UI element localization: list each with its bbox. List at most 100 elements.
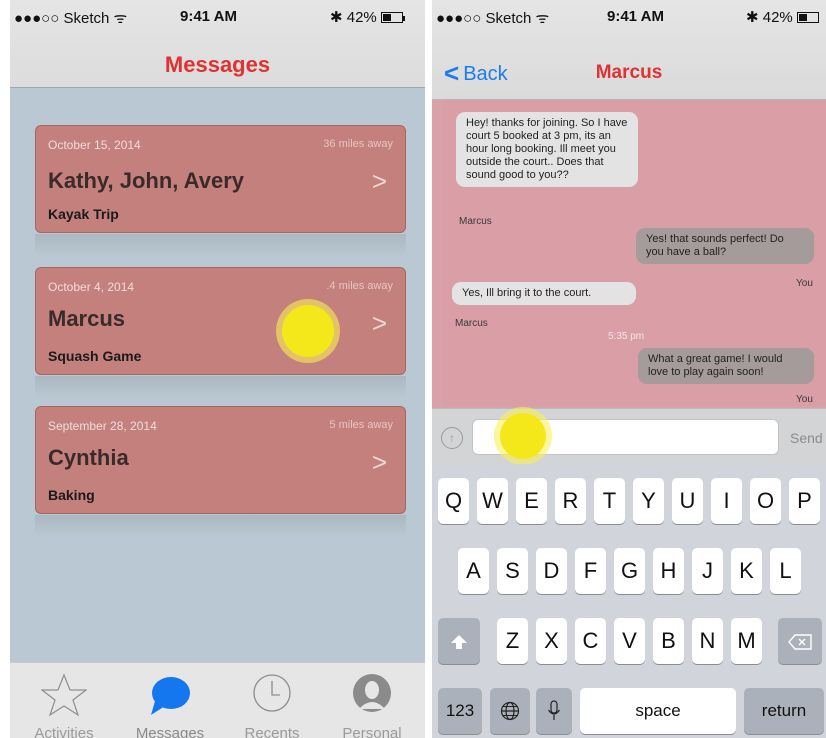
card-reflection: [35, 515, 406, 537]
clock-icon: [253, 674, 291, 712]
key-i[interactable]: I: [711, 478, 742, 524]
conversation-activity: Baking: [48, 487, 95, 503]
shift-arrow-icon: [451, 635, 467, 649]
key-p[interactable]: P: [789, 478, 820, 524]
conversation-date: September 28, 2014: [48, 419, 157, 433]
message-sender: You: [796, 394, 813, 405]
conversation-card[interactable]: October 4, 2014 .4 miles away Marcus Squ…: [35, 267, 406, 375]
key-k[interactable]: K: [731, 548, 762, 594]
tap-indicator: [500, 413, 546, 459]
key-v[interactable]: V: [614, 618, 645, 664]
send-button[interactable]: Send: [790, 430, 823, 446]
key-w[interactable]: W: [477, 478, 508, 524]
tab-bar: Activities Messages Recents Personal: [10, 662, 425, 738]
messages-list-screen: ●●●○○ Sketch ᯤ 9:41 AM ✱ 42% Messages Oc…: [10, 0, 425, 738]
message-bubble-outgoing: Yes! that sounds perfect! Do you have a …: [636, 228, 814, 264]
key-y[interactable]: Y: [633, 478, 664, 524]
conversation-activity: Squash Game: [48, 348, 142, 364]
carrier-label: ●●●○○ Sketch ᯤ: [436, 10, 550, 27]
key-e[interactable]: E: [516, 478, 547, 524]
battery-icon: [796, 12, 819, 23]
conversation-distance: 36 miles away: [323, 138, 393, 150]
message-bubble-incoming: Yes, Ill bring it to the court.: [452, 282, 636, 305]
key-h[interactable]: H: [653, 548, 684, 594]
battery-indicator: ✱ 42%: [330, 8, 405, 26]
conversation-date: October 4, 2014: [48, 280, 135, 294]
message-bubble-incoming: Hey! thanks for joining. So I have court…: [456, 112, 638, 187]
message-sender: Marcus: [459, 216, 492, 227]
backspace-icon: [788, 634, 812, 650]
key-o[interactable]: O: [750, 478, 781, 524]
conversation-distance: .4 miles away: [326, 280, 393, 292]
status-bar: ●●●○○ Sketch ᯤ 9:41 AM ✱ 42%: [432, 0, 826, 30]
attach-icon[interactable]: ↑: [441, 427, 463, 449]
tab-personal[interactable]: Personal: [322, 663, 422, 738]
dictation-key[interactable]: [536, 688, 572, 734]
return-key[interactable]: return: [744, 688, 824, 734]
person-icon: [353, 674, 391, 712]
conversation-name: Kathy, John, Avery: [48, 168, 245, 193]
tab-label: Messages: [135, 725, 205, 738]
battery-indicator: ✱ 42%: [746, 8, 819, 26]
message-sender: You: [796, 278, 813, 289]
battery-label: ✱ 42%: [330, 9, 377, 26]
keyboard: Q W E R T Y U I O P A S D F G H J K L Z …: [432, 464, 826, 738]
key-j[interactable]: J: [692, 548, 723, 594]
key-u[interactable]: U: [672, 478, 703, 524]
conversation-card[interactable]: September 28, 2014 5 miles away Cynthia …: [35, 406, 406, 514]
tab-recents[interactable]: Recents: [222, 663, 322, 738]
card-reflection: [35, 234, 406, 256]
key-a[interactable]: A: [458, 548, 489, 594]
key-f[interactable]: F: [575, 548, 606, 594]
globe-icon: [500, 701, 520, 721]
delete-key[interactable]: [778, 618, 822, 664]
nav-bar: ●●●○○ Sketch ᯤ 9:41 AM ✱ 42% Messages: [10, 0, 425, 88]
tap-indicator: [282, 305, 334, 357]
tab-activities[interactable]: Activities: [14, 663, 114, 738]
tab-label: Activities: [34, 725, 94, 738]
key-c[interactable]: C: [575, 618, 606, 664]
conversation-card[interactable]: October 15, 2014 36 miles away Kathy, Jo…: [35, 125, 406, 233]
key-z[interactable]: Z: [497, 618, 528, 664]
status-bar: ●●●○○ Sketch ᯤ 9:41 AM ✱ 42%: [10, 0, 425, 30]
compose-bar: ↑ Send: [432, 408, 826, 464]
key-x[interactable]: X: [536, 618, 567, 664]
chevron-right-icon: >: [371, 166, 387, 196]
key-t[interactable]: T: [594, 478, 625, 524]
battery-label: ✱ 42%: [746, 9, 793, 26]
conversation-name: Marcus: [48, 306, 126, 331]
message-sender: Marcus: [455, 318, 488, 329]
key-d[interactable]: D: [536, 548, 567, 594]
chat-bubble-icon: [151, 677, 190, 715]
message-thread[interactable]: Hey! thanks for joining. So I have court…: [442, 100, 826, 406]
message-timestamp: 5:35 pm: [608, 331, 645, 342]
key-m[interactable]: M: [731, 618, 762, 664]
key-s[interactable]: S: [497, 548, 528, 594]
star-icon: [41, 673, 87, 717]
key-q[interactable]: Q: [438, 478, 469, 524]
nav-bar: ●●●○○ Sketch ᯤ 9:41 AM ✱ 42% < Back Marcu…: [432, 0, 826, 100]
clock-label: 9:41 AM: [607, 8, 664, 25]
shift-key[interactable]: [438, 618, 480, 664]
carrier-label: ●●●○○ Sketch ᯤ: [14, 10, 128, 27]
conversation-screen: ●●●○○ Sketch ᯤ 9:41 AM ✱ 42% < Back Marcu…: [432, 0, 826, 738]
globe-key[interactable]: [490, 688, 530, 734]
microphone-icon: [548, 700, 560, 720]
battery-icon: [380, 12, 403, 23]
key-b[interactable]: B: [653, 618, 684, 664]
chevron-right-icon: >: [371, 447, 387, 477]
clock-label: 9:41 AM: [180, 8, 237, 25]
conversation-date: October 15, 2014: [48, 138, 141, 152]
conversation-activity: Kayak Trip: [48, 206, 119, 222]
card-reflection: [35, 376, 406, 398]
key-g[interactable]: G: [614, 548, 645, 594]
key-r[interactable]: R: [555, 478, 586, 524]
key-l[interactable]: L: [770, 548, 801, 594]
space-key[interactable]: space: [580, 688, 736, 734]
conversation-name: Cynthia: [48, 445, 129, 470]
key-n[interactable]: N: [692, 618, 723, 664]
message-bubble-outgoing: What a great game! I would love to play …: [638, 348, 814, 384]
tab-messages[interactable]: Messages: [120, 663, 220, 738]
numbers-key[interactable]: 123: [438, 688, 482, 734]
conversation-distance: 5 miles away: [329, 419, 393, 431]
